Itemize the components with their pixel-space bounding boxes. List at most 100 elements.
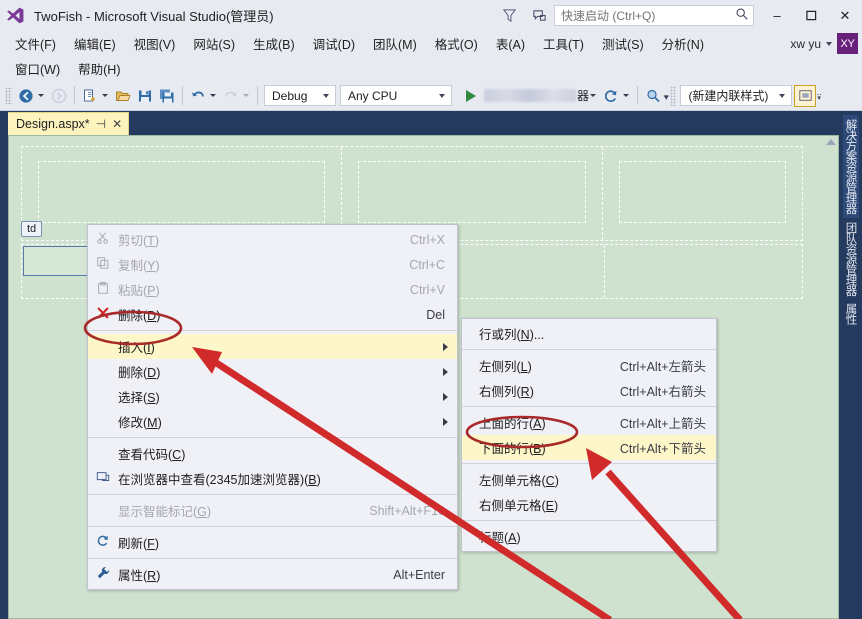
submenu-item-shortcut: Ctrl+Alt+下箭头 xyxy=(620,438,716,457)
solution-platform-combo[interactable]: Any CPU xyxy=(340,85,452,106)
submenu-item-5[interactable]: 上面的行(A)Ctrl+Alt+上箭头 xyxy=(462,410,716,435)
new-item-dropdown-caret[interactable] xyxy=(102,94,108,97)
menu-separator xyxy=(88,494,457,495)
submenu-separator xyxy=(462,463,716,464)
undo-dropdown-caret[interactable] xyxy=(210,94,216,97)
scroll-up-arrow[interactable] xyxy=(826,139,836,145)
submenu-item-label: 下面的行(B) xyxy=(462,438,620,457)
submenu-item-8[interactable]: 左侧单元格(C) xyxy=(462,467,716,492)
undo-icon[interactable] xyxy=(187,85,209,107)
minimize-button[interactable]: – xyxy=(760,0,794,31)
submenu-item-0[interactable]: 行或列(N)... xyxy=(462,321,716,346)
menu-bar: 文件(F)编辑(E)视图(V)网站(S)生成(B)调试(D)团队(M)格式(O)… xyxy=(0,31,862,81)
context-menu-item-3[interactable]: 删除(D)Del xyxy=(88,302,457,327)
menu-item-12[interactable]: 窗口(W) xyxy=(6,56,69,81)
context-menu-item-shortcut: Ctrl+X xyxy=(410,233,457,247)
insert-submenu[interactable]: 行或列(N)...左侧列(L)Ctrl+Alt+左箭头右侧列(R)Ctrl+Al… xyxy=(461,318,717,552)
style-application-combo[interactable]: (新建内联样式) xyxy=(680,85,792,106)
navigate-back-icon[interactable] xyxy=(15,85,37,107)
notification-flag-icon[interactable] xyxy=(524,0,554,31)
user-account-area[interactable]: xw yu XY xyxy=(790,33,858,54)
context-menu-item-11[interactable]: 在浏览器中查看(2345加速浏览器)(B) xyxy=(88,466,457,491)
context-menu-item-label: 查看代码(C) xyxy=(118,444,445,463)
menu-item-7[interactable]: 格式(O) xyxy=(426,31,487,56)
solution-platform-value: Any CPU xyxy=(348,89,397,103)
menu-item-3[interactable]: 网站(S) xyxy=(184,31,244,56)
chevron-down-icon[interactable] xyxy=(779,94,785,98)
context-menu-item-1[interactable]: 复制(Y)Ctrl+C xyxy=(88,252,457,277)
style-target-icon[interactable] xyxy=(794,85,816,107)
context-menu-item-17[interactable]: 属性(R)Alt+Enter xyxy=(88,562,457,587)
menu-item-5[interactable]: 调试(D) xyxy=(304,31,364,56)
tab-design-aspx[interactable]: Design.aspx* ⊣ ✕ xyxy=(6,112,129,135)
start-debug-icon[interactable] xyxy=(460,85,482,107)
menu-row-2: 窗口(W)帮助(H) xyxy=(6,56,862,81)
find-in-files-icon[interactable] xyxy=(642,85,664,107)
element-tag-badge[interactable]: td xyxy=(21,221,42,237)
menu-item-8[interactable]: 表(A) xyxy=(487,31,534,56)
menu-item-6[interactable]: 团队(M) xyxy=(364,31,426,56)
context-menu-item-2[interactable]: 粘贴(P)Ctrl+V xyxy=(88,277,457,302)
style-toolbar-grip[interactable] xyxy=(670,86,676,106)
menu-item-0[interactable]: 文件(F) xyxy=(6,31,65,56)
close-button[interactable]: ✕ xyxy=(828,0,862,31)
menu-item-10[interactable]: 测试(S) xyxy=(593,31,653,56)
solution-configuration-combo[interactable]: Debug xyxy=(264,85,336,106)
context-menu-item-6[interactable]: 删除(D) xyxy=(88,359,457,384)
submenu-item-3[interactable]: 右侧列(R)Ctrl+Alt+右箭头 xyxy=(462,378,716,403)
back-dropdown-caret[interactable] xyxy=(38,94,44,97)
refresh-icon[interactable] xyxy=(600,85,622,107)
toolbar-overflow-chevron[interactable]: ‗▾ xyxy=(664,90,668,102)
context-menu[interactable]: 剪切(T)Ctrl+X复制(Y)Ctrl+C粘贴(P)Ctrl+V删除(D)De… xyxy=(87,224,458,590)
menu-item-1[interactable]: 编辑(E) xyxy=(65,31,125,56)
avatar[interactable]: XY xyxy=(837,33,858,54)
context-menu-item-13[interactable]: 显示智能标记(G)Shift+Alt+F10 xyxy=(88,498,457,523)
rail-tab-2[interactable]: 属性 xyxy=(843,299,859,328)
navigate-forward-icon xyxy=(48,85,70,107)
chevron-down-icon[interactable] xyxy=(323,94,329,98)
browser-icon xyxy=(88,470,118,487)
context-menu-item-0[interactable]: 剪切(T)Ctrl+X xyxy=(88,227,457,252)
search-icon xyxy=(735,7,749,24)
context-menu-item-10[interactable]: 查看代码(C) xyxy=(88,441,457,466)
submenu-item-2[interactable]: 左侧列(L)Ctrl+Alt+左箭头 xyxy=(462,353,716,378)
menu-item-4[interactable]: 生成(B) xyxy=(244,31,304,56)
menu-item-11[interactable]: 分析(N) xyxy=(653,31,713,56)
chevron-down-icon[interactable] xyxy=(439,94,445,98)
context-menu-item-5[interactable]: 插入(I) xyxy=(88,334,457,359)
submenu-item-9[interactable]: 右侧单元格(E) xyxy=(462,492,716,517)
context-menu-item-7[interactable]: 选择(S) xyxy=(88,384,457,409)
context-menu-item-label: 复制(Y) xyxy=(118,255,409,274)
save-all-icon[interactable] xyxy=(156,85,178,107)
menu-item-2[interactable]: 视图(V) xyxy=(125,31,185,56)
save-icon[interactable] xyxy=(134,85,156,107)
menu-item-13[interactable]: 帮助(H) xyxy=(69,56,129,81)
menu-item-9[interactable]: 工具(T) xyxy=(534,31,593,56)
style-toolbar-overflow-chevron[interactable]: ‥▾ xyxy=(816,90,821,102)
maximize-button[interactable] xyxy=(794,0,828,31)
menu-separator xyxy=(88,526,457,527)
quick-launch-input[interactable] xyxy=(561,9,735,23)
refresh-dropdown-caret[interactable] xyxy=(623,94,629,97)
submenu-item-label: 右侧列(R) xyxy=(462,381,620,400)
rail-tab-1[interactable]: 团队资源管理器 xyxy=(843,218,859,300)
open-file-icon[interactable] xyxy=(112,85,134,107)
context-menu-item-shortcut: Ctrl+V xyxy=(410,283,457,297)
new-item-icon[interactable] xyxy=(79,85,101,107)
context-menu-item-8[interactable]: 修改(M) xyxy=(88,409,457,434)
chevron-down-icon[interactable] xyxy=(826,42,832,46)
quick-launch-box[interactable] xyxy=(554,5,754,26)
design-table-cell[interactable] xyxy=(603,147,802,240)
submenu-arrow-icon xyxy=(443,393,448,401)
browser-dropdown-caret[interactable] xyxy=(590,94,596,97)
pin-icon[interactable]: ⊣ xyxy=(96,117,106,131)
rail-tab-0[interactable]: 解决方案资源管理器 xyxy=(843,115,859,218)
context-menu-item-15[interactable]: 刷新(F) xyxy=(88,530,457,555)
title-bar: TwoFish - Microsoft Visual Studio(管理员) – xyxy=(0,0,862,31)
feedback-funnel-icon[interactable] xyxy=(494,0,524,31)
submenu-item-11[interactable]: 标题(A) xyxy=(462,524,716,549)
submenu-item-6[interactable]: 下面的行(B)Ctrl+Alt+下箭头 xyxy=(462,435,716,460)
close-icon[interactable]: ✕ xyxy=(112,117,122,131)
context-menu-item-label: 粘贴(P) xyxy=(118,280,410,299)
toolbar-grip[interactable] xyxy=(5,87,12,105)
